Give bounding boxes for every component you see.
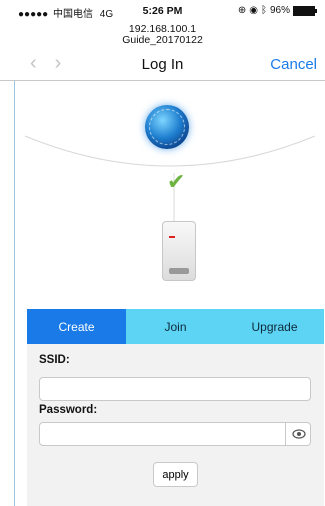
cancel-button[interactable]: Cancel — [270, 56, 317, 73]
password-label: Password: — [39, 404, 98, 416]
globe-icon — [145, 105, 189, 149]
url-path: Guide_20170122 — [122, 34, 203, 46]
password-input[interactable] — [39, 422, 311, 446]
alarm-icon: ◉ — [249, 5, 258, 16]
ssid-label: SSID: — [39, 354, 70, 366]
apply-button[interactable]: apply — [153, 462, 198, 487]
create-form: SSID: Password: apply — [27, 344, 324, 506]
eye-icon[interactable] — [285, 422, 312, 446]
battery-icon — [293, 5, 317, 16]
status-bar: ●●●●● 中国电信 4G 5:26 PM ⊕ ◉ ᛒ 96% — [0, 0, 325, 20]
tab-upgrade[interactable]: Upgrade — [225, 309, 324, 344]
url-display: 192.168.100.1 Guide_20170122 — [0, 24, 325, 46]
bluetooth-icon: ᛒ — [260, 5, 267, 16]
checkmark-icon: ✔ — [167, 169, 186, 194]
battery-percent: 96% — [269, 5, 290, 16]
browser-nav-bar: 192.168.100.1 Guide_20170122 ‹ › Log In C… — [0, 20, 325, 81]
mode-tabs: Create Join Upgrade — [27, 309, 324, 344]
tab-create[interactable]: Create — [27, 309, 126, 344]
ssid-input[interactable] — [39, 377, 311, 401]
eye-icon-graphic — [292, 429, 306, 439]
tab-join[interactable]: Join — [126, 309, 225, 344]
status-right: ⊕ ◉ ᛒ 96% — [237, 5, 317, 16]
network-diagram: ✔ — [15, 81, 325, 306]
router-device-icon — [162, 221, 196, 281]
location-icon: ⊕ — [237, 5, 247, 16]
